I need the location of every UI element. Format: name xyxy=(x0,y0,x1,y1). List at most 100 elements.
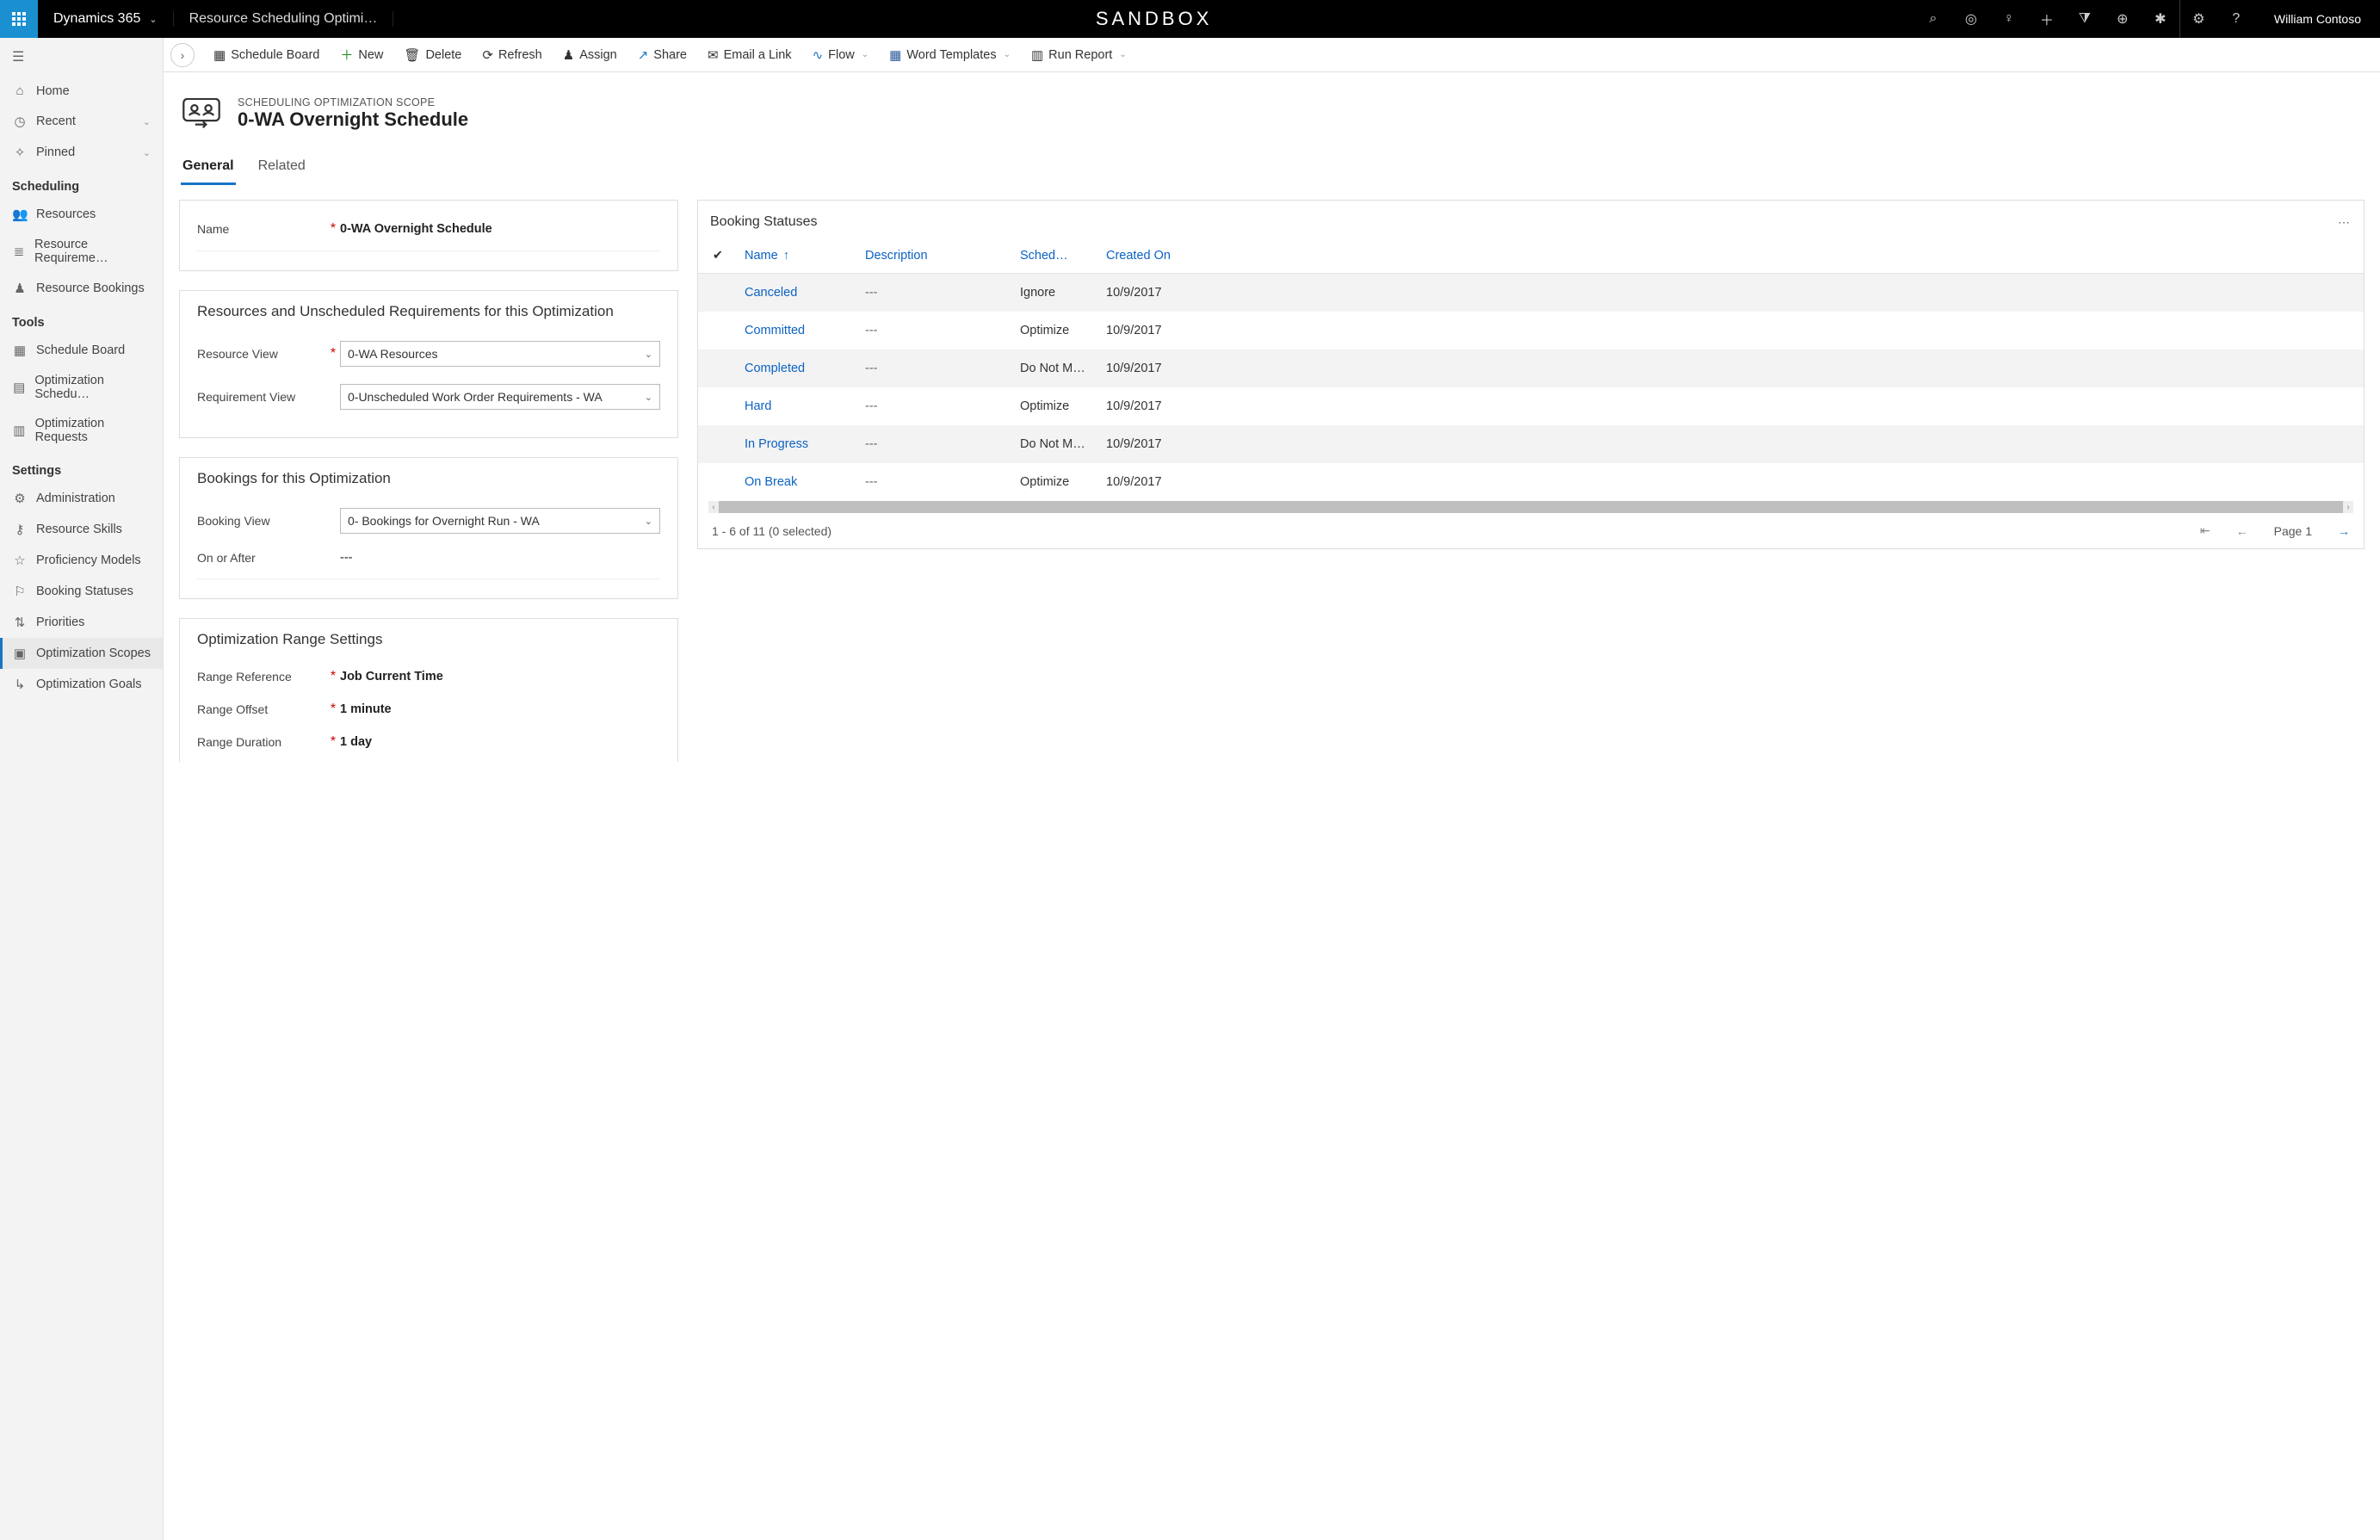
nav-resource-bookings[interactable]: ♟Resource Bookings xyxy=(0,273,163,304)
cmd-assign[interactable]: ♟Assign xyxy=(553,42,627,68)
section-title: Resources and Unscheduled Requirements f… xyxy=(197,303,660,320)
field-label-requirement-view: Requirement View xyxy=(197,390,326,404)
nav-label: Resources xyxy=(36,207,96,221)
record-count-label: 1 - 6 of 11 (0 selected) xyxy=(712,524,831,538)
nav-optimization-scopes[interactable]: ▣Optimization Scopes xyxy=(0,638,163,669)
nav-optimization-schedules[interactable]: ▤Optimization Schedu… xyxy=(0,366,163,409)
field-label-resource-view: Resource View xyxy=(197,347,326,361)
cmd-schedule-board[interactable]: ▦Schedule Board xyxy=(203,42,330,68)
more-commands-button[interactable]: ⋯ xyxy=(2338,215,2352,230)
nav-optimization-goals[interactable]: ↳Optimization Goals xyxy=(0,669,163,700)
cmd-run-report[interactable]: ▥Run Report⌄ xyxy=(1021,42,1137,68)
col-header-scheduling[interactable]: Sched… xyxy=(1013,245,1099,266)
row-selector[interactable] xyxy=(698,322,738,339)
nav-label: Recent xyxy=(36,114,76,128)
nav-resource-skills[interactable]: ⚷Resource Skills xyxy=(0,514,163,545)
product-switcher[interactable]: Dynamics 365 ⌄ xyxy=(38,11,174,27)
lookup-booking-view[interactable]: 0- Bookings for Overnight Run - WA⌄ xyxy=(340,508,660,534)
cell-name[interactable]: Completed xyxy=(738,360,858,377)
cmd-refresh[interactable]: ⟳Refresh xyxy=(472,42,552,68)
row-selector[interactable] xyxy=(698,360,738,377)
nav-home[interactable]: ⌂Home xyxy=(0,76,163,106)
add-icon[interactable]: ＋ xyxy=(2028,0,2066,38)
nav-booking-statuses[interactable]: ⚐Booking Statuses xyxy=(0,576,163,607)
row-selector[interactable] xyxy=(698,284,738,301)
cell-name[interactable]: On Break xyxy=(738,473,858,491)
cell-name[interactable]: Canceled xyxy=(738,284,858,301)
next-page-button[interactable]: → xyxy=(2338,524,2350,538)
nav-label: Optimization Requests xyxy=(35,417,151,444)
col-header-created-on[interactable]: Created On xyxy=(1099,245,1185,266)
col-header-name[interactable]: Name↑ xyxy=(738,245,858,266)
table-row[interactable]: In Progress---Do Not M…10/9/2017 xyxy=(698,425,2364,463)
hamburger-button[interactable]: ☰ xyxy=(0,38,163,76)
environment-label: SANDBOX xyxy=(393,8,1914,30)
task-flow-icon[interactable]: ◎ xyxy=(1952,0,1990,38)
tab-related[interactable]: Related xyxy=(257,153,307,185)
select-all-checkbox[interactable]: ✔ xyxy=(698,245,738,266)
nav-recent[interactable]: ◷Recent⌄ xyxy=(0,106,163,137)
nav-proficiency-models[interactable]: ☆Proficiency Models xyxy=(0,545,163,576)
top-nav-bar: Dynamics 365 ⌄ Resource Scheduling Optim… xyxy=(0,0,2380,38)
table-row[interactable]: Committed---Optimize10/9/2017 xyxy=(698,312,2364,349)
app-launcher-button[interactable] xyxy=(0,0,38,38)
user-label[interactable]: William Contoso xyxy=(2255,12,2380,26)
relevance-icon[interactable]: ♀ xyxy=(1990,0,2028,38)
table-row[interactable]: Hard---Optimize10/9/2017 xyxy=(698,387,2364,425)
scroll-left-button[interactable]: ‹ xyxy=(708,501,719,513)
prev-page-button[interactable]: ← xyxy=(2236,524,2248,538)
nav-priorities[interactable]: ⇅Priorities xyxy=(0,607,163,638)
first-page-button[interactable]: ⇤ xyxy=(2200,523,2210,538)
nav-pinned[interactable]: ✧Pinned⌄ xyxy=(0,137,163,168)
lookup-resource-view[interactable]: 0-WA Resources⌄ xyxy=(340,341,660,367)
scrollbar-thumb[interactable] xyxy=(719,501,2148,513)
plus-icon: ＋ xyxy=(340,46,353,64)
field-label-on-or-after: On or After xyxy=(197,551,326,565)
add-circle-icon[interactable]: ⊕ xyxy=(2104,0,2142,38)
row-selector[interactable] xyxy=(698,436,738,453)
tab-general[interactable]: General xyxy=(181,153,236,185)
help-icon[interactable]: ? xyxy=(2217,0,2255,38)
col-header-description[interactable]: Description xyxy=(858,245,1013,266)
lookup-value: 0-Unscheduled Work Order Requirements - … xyxy=(348,390,603,404)
row-selector[interactable] xyxy=(698,473,738,491)
cmd-delete[interactable]: 🗑Delete xyxy=(393,42,472,68)
cell-name[interactable]: Committed xyxy=(738,322,858,339)
nav-resources[interactable]: 👥Resources xyxy=(0,199,163,230)
record-title: 0-WA Overnight Schedule xyxy=(238,108,468,131)
field-value-range-duration[interactable]: 1 day xyxy=(340,735,660,749)
cmd-flow[interactable]: ∿Flow⌄ xyxy=(802,42,880,68)
nav-schedule-board[interactable]: ▦Schedule Board xyxy=(0,335,163,366)
nav-administration[interactable]: ⚙Administration xyxy=(0,483,163,514)
field-value-on-or-after[interactable]: --- xyxy=(340,551,660,565)
cmd-new[interactable]: ＋New xyxy=(330,40,393,69)
filter-icon[interactable]: ⧩ xyxy=(2066,0,2104,38)
breadcrumb[interactable]: Resource Scheduling Optimi… xyxy=(174,11,394,27)
cmd-email-link[interactable]: ✉Email a Link xyxy=(697,42,802,68)
horizontal-scrollbar[interactable]: ‹ › xyxy=(719,501,2343,513)
row-selector[interactable] xyxy=(698,398,738,415)
cell-name[interactable]: In Progress xyxy=(738,436,858,453)
back-button[interactable]: › xyxy=(170,43,195,67)
settings-icon[interactable]: ⚙ xyxy=(2179,0,2217,38)
cell-name[interactable]: Hard xyxy=(738,398,858,415)
search-icon[interactable]: ⌕ xyxy=(1914,0,1952,38)
table-row[interactable]: On Break---Optimize10/9/2017 xyxy=(698,463,2364,501)
table-row[interactable]: Canceled---Ignore10/9/2017 xyxy=(698,274,2364,312)
person-icon: ♟ xyxy=(12,281,28,296)
gear-alt-icon[interactable]: ✱ xyxy=(2142,0,2179,38)
nav-optimization-requests[interactable]: ▥Optimization Requests xyxy=(0,409,163,452)
lookup-requirement-view[interactable]: 0-Unscheduled Work Order Requirements - … xyxy=(340,384,660,410)
table-row[interactable]: Completed---Do Not M…10/9/2017 xyxy=(698,349,2364,387)
field-value-range-reference[interactable]: Job Current Time xyxy=(340,670,660,683)
cmd-word-templates[interactable]: ▦Word Templates⌄ xyxy=(879,42,1021,68)
clock-icon: ◷ xyxy=(12,114,28,129)
nav-resource-requirements[interactable]: ≣Resource Requireme… xyxy=(0,230,163,273)
form-tabs: General Related xyxy=(164,141,2380,186)
site-map: ☰ ⌂Home ◷Recent⌄ ✧Pinned⌄ Scheduling 👥Re… xyxy=(0,38,164,1540)
field-value-range-offset[interactable]: 1 minute xyxy=(340,702,660,716)
field-value-name[interactable]: 0-WA Overnight Schedule xyxy=(340,222,660,236)
trash-icon: 🗑 xyxy=(404,47,420,63)
scroll-right-button[interactable]: › xyxy=(2343,501,2353,513)
cmd-share[interactable]: ↗Share xyxy=(627,42,697,68)
